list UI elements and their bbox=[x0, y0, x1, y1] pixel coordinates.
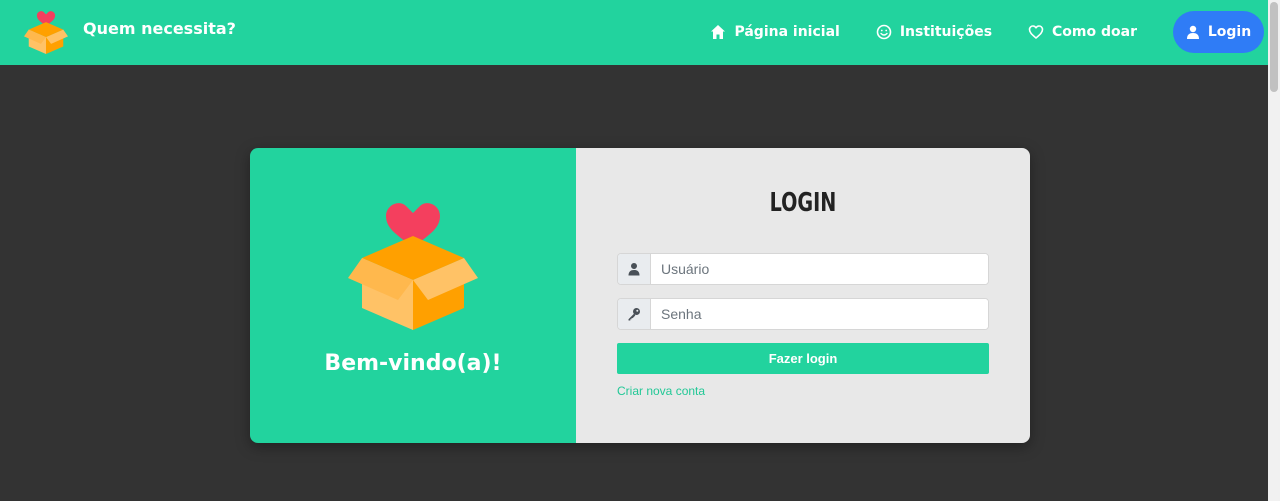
heart-outline-icon bbox=[1028, 25, 1044, 39]
password-addon bbox=[618, 299, 651, 329]
nav-links: Página inicial Instituições Como doar Lo… bbox=[710, 11, 1264, 53]
username-input[interactable] bbox=[651, 254, 988, 284]
nav-item-how-to-donate[interactable]: Como doar bbox=[1028, 24, 1137, 40]
scrollbar[interactable] bbox=[1268, 0, 1280, 501]
username-field-group bbox=[617, 253, 989, 285]
scrollbar-thumb[interactable] bbox=[1270, 2, 1278, 92]
user-icon bbox=[628, 263, 640, 276]
create-account-link[interactable]: Criar nova conta bbox=[617, 384, 705, 398]
navbar: Quem necessita? Página inicial Instituiç… bbox=[0, 0, 1268, 65]
login-button-label: Login bbox=[1207, 24, 1252, 40]
heart-box-icon bbox=[24, 11, 68, 54]
brand[interactable]: Quem necessita? bbox=[24, 10, 236, 54]
login-card: Bem-vindo(a)! LOGIN Fazer log bbox=[250, 148, 1030, 443]
key-icon bbox=[628, 308, 640, 321]
login-button[interactable]: Login bbox=[1173, 11, 1264, 53]
nav-item-institutions[interactable]: Instituições bbox=[876, 24, 992, 40]
nav-item-label: Página inicial bbox=[734, 24, 840, 40]
home-icon bbox=[711, 25, 726, 39]
nav-item-home[interactable]: Página inicial bbox=[710, 24, 840, 40]
smile-icon bbox=[876, 24, 892, 40]
heart-box-icon bbox=[348, 203, 478, 330]
password-field-group bbox=[617, 298, 989, 330]
nav-item-label: Como doar bbox=[1052, 24, 1137, 40]
username-addon bbox=[618, 254, 651, 284]
nav-item-label: Instituições bbox=[899, 24, 993, 40]
submit-login-button[interactable]: Fazer login bbox=[617, 343, 989, 374]
password-input[interactable] bbox=[651, 299, 988, 329]
login-form-panel: LOGIN Fazer login Criar nova conta bbox=[576, 148, 1030, 443]
welcome-panel: Bem-vindo(a)! bbox=[250, 148, 576, 443]
brand-name: Quem necessita? bbox=[83, 19, 236, 38]
login-title: LOGIN bbox=[769, 188, 837, 218]
welcome-heading: Bem-vindo(a)! bbox=[324, 351, 502, 376]
user-icon bbox=[1186, 25, 1199, 39]
